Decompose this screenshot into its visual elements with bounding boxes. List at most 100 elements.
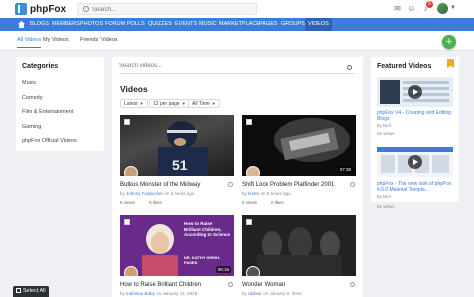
video-meta: by tester on 5 hours ago xyxy=(242,191,291,196)
home-icon[interactable] xyxy=(18,21,25,28)
video-card[interactable]: Wonder Woman by radixer on January 9, 20… xyxy=(242,215,356,297)
options-icon[interactable] xyxy=(228,182,233,187)
friend-requests-icon[interactable]: ☺ xyxy=(407,4,416,13)
nav-blogs[interactable]: BLOGS xyxy=(30,18,49,31)
sort-select-value: Latest xyxy=(124,101,138,107)
per-page-select[interactable]: 12 per page ▼ xyxy=(149,99,190,108)
select-checkbox[interactable] xyxy=(124,219,130,225)
video-search-input[interactable] xyxy=(119,63,339,69)
video-meta: by radixer on January 9, 2018 xyxy=(242,291,302,296)
category-item[interactable]: Film & Entertainment xyxy=(22,105,98,120)
nav-polls[interactable]: POLLS xyxy=(127,18,145,31)
video-card[interactable]: 07:39 Shift Lock Problem Platfinder 2001… xyxy=(242,115,356,207)
author-link[interactable]: Indentus Baby xyxy=(126,291,155,296)
nav-music[interactable]: MUSIC xyxy=(199,18,217,31)
select-checkbox[interactable] xyxy=(124,119,130,125)
featured-panel: Featured Videos phpFox V4 - Creating and… xyxy=(371,57,459,202)
play-icon[interactable] xyxy=(408,155,422,169)
video-search[interactable] xyxy=(119,63,355,74)
category-item[interactable]: Music xyxy=(22,76,98,91)
search-icon[interactable] xyxy=(347,65,352,70)
select-all-button[interactable]: Select All xyxy=(13,286,49,297)
brand-name: phpFox xyxy=(30,3,67,15)
author-link[interactable]: tester xyxy=(248,191,259,196)
author-avatar[interactable] xyxy=(246,266,260,276)
video-thumbnail[interactable]: How to Raise Brilliant Children, Accordi… xyxy=(120,215,234,276)
search-input[interactable] xyxy=(92,5,252,14)
select-all-label: Select All xyxy=(23,288,46,294)
nav-groups[interactable]: GROUPS xyxy=(281,18,305,31)
video-stats: 5 views 0 likes xyxy=(242,200,298,205)
category-item[interactable]: Gaming xyxy=(22,120,98,135)
author-avatar[interactable] xyxy=(124,266,138,276)
by-label: by xyxy=(377,123,382,128)
category-item[interactable]: Comedy xyxy=(22,91,98,106)
video-card[interactable]: How to Raise Brilliant Children, Accordi… xyxy=(120,215,234,297)
featured-video-title[interactable]: phpFox V4 - Creating and Editing Blogs xyxy=(377,110,455,122)
tab-all-videos[interactable]: All Videos xyxy=(17,37,42,48)
chat-icon[interactable]: ✉ xyxy=(393,4,402,13)
sort-select[interactable]: Latest ▼ xyxy=(120,99,148,108)
chevron-down-icon: ▼ xyxy=(181,101,186,106)
nav-members[interactable]: MEMBERS xyxy=(52,18,80,31)
video-title[interactable]: Shift Lock Problem Platfinder 2001 xyxy=(242,182,334,188)
author-avatar[interactable] xyxy=(246,166,260,176)
play-icon[interactable] xyxy=(408,85,422,99)
video-card[interactable]: 51 Butkus Monster of the Midway by Johnn… xyxy=(120,115,234,207)
page-title: Videos xyxy=(120,84,148,94)
by-label: by xyxy=(120,191,125,196)
select-checkbox[interactable] xyxy=(246,219,252,225)
options-icon[interactable] xyxy=(350,182,355,187)
main-nav: BLOGS MEMBERS PHOTOS FORUM POLLS QUIZZES… xyxy=(0,18,474,31)
category-item[interactable]: phpFox Official Videos xyxy=(22,134,98,149)
brand-logo[interactable]: phpFox xyxy=(15,3,66,15)
video-title[interactable]: Wonder Woman xyxy=(242,282,285,288)
video-duration: 06:16 xyxy=(215,266,231,273)
featured-views: 65 views xyxy=(377,131,395,136)
nav-quizzes[interactable]: QUIZZES xyxy=(148,18,172,31)
nav-photos[interactable]: PHOTOS xyxy=(80,18,103,31)
search-icon xyxy=(83,6,89,12)
author-link[interactable]: radixer xyxy=(248,291,262,296)
author-link[interactable]: Johnny Fudpucker xyxy=(126,191,163,196)
by-label: by xyxy=(242,291,247,296)
chevron-down-icon[interactable]: ▼ xyxy=(450,5,456,11)
featured-thumbnail[interactable] xyxy=(377,147,453,177)
featured-author: by Neil xyxy=(377,123,391,128)
nav-videos[interactable]: VIDEOS xyxy=(305,18,332,31)
time-select[interactable]: All Time ▼ xyxy=(188,99,220,108)
author-avatar[interactable] xyxy=(124,166,138,176)
nav-forum[interactable]: FORUM xyxy=(105,18,125,31)
nav-marketplace[interactable]: MARKETPLACE xyxy=(219,18,260,31)
video-date: on January 12, 2018 xyxy=(156,291,198,296)
thumbnail-image: 51 xyxy=(158,121,208,176)
likes-count: 0 likes xyxy=(149,200,162,205)
per-page-select-value: 12 per page xyxy=(153,101,180,107)
nav-pages[interactable]: PAGES xyxy=(259,18,278,31)
by-label: by xyxy=(377,194,382,199)
user-avatar[interactable] xyxy=(437,3,448,14)
video-date: on January 9, 2018 xyxy=(263,291,302,296)
phpfox-logo-icon xyxy=(15,3,27,15)
tab-my-videos[interactable]: My Videos xyxy=(43,37,69,43)
select-checkbox[interactable] xyxy=(246,119,252,125)
featured-thumbnail[interactable] xyxy=(377,77,453,107)
global-search[interactable] xyxy=(77,3,257,15)
add-video-button[interactable]: + xyxy=(442,35,456,49)
featured-author: by Neil xyxy=(377,194,391,199)
featured-views: 51 views xyxy=(377,204,395,209)
author-name[interactable]: Neil xyxy=(383,123,391,128)
featured-video-title[interactable]: phpFox - The new look of phpFox 4.6.0 Ma… xyxy=(377,181,455,193)
tab-friends-videos[interactable]: Friends' Videos xyxy=(80,37,118,43)
options-icon[interactable] xyxy=(350,282,355,287)
video-thumbnail[interactable]: 07:39 xyxy=(242,115,356,176)
author-name[interactable]: Neil xyxy=(383,194,391,199)
nav-events[interactable]: EVENTS xyxy=(175,18,197,31)
video-date: on 5 hours ago xyxy=(164,191,195,196)
featured-title: Featured Videos xyxy=(377,63,432,70)
video-thumbnail[interactable] xyxy=(242,215,356,276)
options-icon[interactable] xyxy=(228,282,233,287)
video-thumbnail[interactable]: 51 xyxy=(120,115,234,176)
video-title[interactable]: How to Raise Brilliant Children xyxy=(120,282,201,288)
video-title[interactable]: Butkus Monster of the Midway xyxy=(120,182,200,188)
